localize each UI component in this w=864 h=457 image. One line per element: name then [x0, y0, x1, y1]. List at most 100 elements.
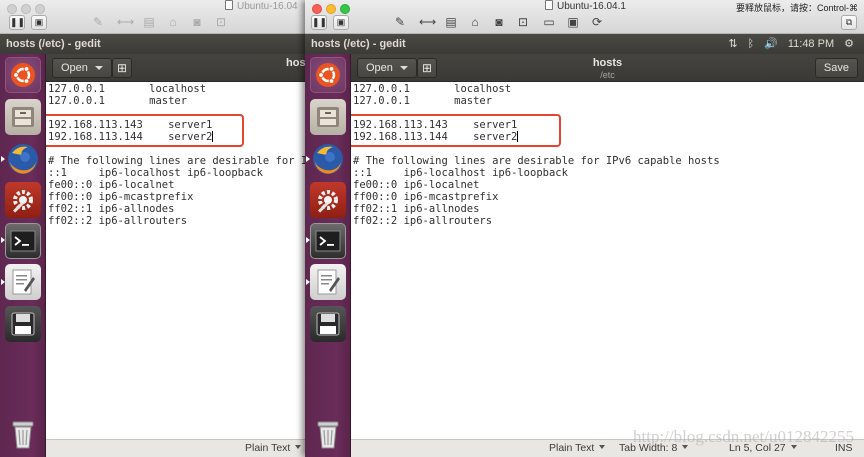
text-line: 127.0.0.1 localhost: [48, 83, 207, 95]
text-line: ff00::0 ip6-mcastprefix: [48, 191, 194, 203]
running-indicator: [1, 237, 5, 243]
launcher-dash-home[interactable]: [5, 57, 41, 93]
language-selector[interactable]: Plain Text: [245, 440, 302, 457]
document-title: hos: [286, 57, 305, 69]
file-cabinet-icon: [12, 107, 34, 127]
minimize-window-button[interactable]: [21, 4, 31, 14]
panel-window-title: hosts (/etc) - gedit: [311, 38, 406, 50]
camera-icon[interactable]: ◙: [492, 15, 506, 30]
text-editor-icon: [12, 269, 35, 295]
pause-button[interactable]: ❚❚: [9, 15, 25, 30]
wrench-icon[interactable]: ✎: [91, 15, 105, 30]
save-button[interactable]: Save: [814, 58, 858, 78]
left-vm-window: Ubuntu-16.04 ❚❚ ▣ ✎ ⟷ ▤ ⌂ ◙ ⊡ hosts (/et…: [0, 0, 305, 457]
open-button-label: Open: [61, 62, 88, 74]
language-selector[interactable]: Plain Text: [549, 440, 606, 457]
launcher-text-editor[interactable]: [5, 264, 41, 300]
shared-folder-icon[interactable]: ▭: [542, 15, 556, 30]
vm-title: Ubuntu-16.04: [225, 0, 298, 14]
floppy-disk-icon: [316, 312, 340, 336]
minimize-window-button[interactable]: [326, 4, 336, 14]
launcher-terminal[interactable]: [310, 223, 346, 259]
fullscreen-button[interactable]: ⧉: [841, 15, 857, 30]
zoom-window-button[interactable]: [340, 4, 350, 14]
zoom-window-button[interactable]: [35, 4, 45, 14]
vm-title-text: Ubuntu-16.04.1: [557, 1, 626, 12]
clock[interactable]: 11:48 PM: [788, 34, 834, 54]
trash-icon: [317, 421, 339, 449]
vm-title: Ubuntu-16.04.1: [545, 0, 626, 14]
text-line: ::1 ip6-localhost ip6-loopback: [353, 167, 568, 179]
disk-icon[interactable]: ▤: [444, 15, 458, 30]
new-document-icon: ⊞: [116, 61, 128, 75]
close-window-button[interactable]: [312, 4, 322, 14]
vm-toolbar: Ubuntu-16.04 ❚❚ ▣ ✎ ⟷ ▤ ⌂ ◙ ⊡: [0, 0, 305, 34]
snapshot-button[interactable]: ▣: [333, 15, 349, 30]
network-arrows-icon[interactable]: ⟷: [419, 15, 436, 30]
document-icon: [545, 0, 553, 10]
pause-button[interactable]: ❚❚: [311, 15, 327, 30]
camera-icon[interactable]: ◙: [190, 15, 204, 30]
firefox-icon: [8, 144, 38, 174]
sync-icon[interactable]: ⟳: [590, 15, 604, 30]
text-line: # The following lines are desirable for …: [48, 155, 305, 167]
text-view[interactable]: 127.0.0.1 localhost 127.0.0.1 master 192…: [351, 82, 864, 439]
document-path: /etc: [600, 70, 615, 80]
close-window-button[interactable]: [7, 4, 17, 14]
unity-launcher: [0, 54, 46, 457]
indicator-area: ⇅ ᛒ 🔊 11:48 PM ⚙: [728, 34, 864, 54]
language-label: Plain Text: [549, 442, 595, 454]
text-line: ff02::2 ip6-allrouters: [353, 215, 493, 227]
launcher-floppy[interactable]: [5, 306, 41, 342]
highlight-box: [46, 114, 244, 147]
network-icon[interactable]: ⇅: [728, 34, 737, 54]
document-title-text: hosts: [592, 57, 623, 69]
running-indicator: [1, 156, 5, 162]
printer-icon[interactable]: ⌂: [468, 15, 482, 30]
ubuntu-logo-icon: [316, 63, 340, 87]
launcher-trash[interactable]: [5, 416, 41, 452]
gedit-headerbar: Open ⊞ hos: [46, 54, 305, 82]
gear-icon[interactable]: ⚙: [844, 34, 854, 54]
launcher-system-settings[interactable]: [310, 182, 346, 218]
usb-icon[interactable]: ⊡: [516, 15, 530, 30]
chevron-down-icon: [94, 66, 103, 70]
usb-icon[interactable]: ⊡: [214, 15, 228, 30]
launcher-text-editor[interactable]: [310, 264, 346, 300]
terminal-icon: [315, 230, 341, 252]
launcher-floppy[interactable]: [310, 306, 346, 342]
network-arrows-icon[interactable]: ⟷: [117, 15, 134, 30]
launcher-system-settings[interactable]: [5, 182, 41, 218]
running-indicator: [306, 279, 310, 285]
volume-icon[interactable]: 🔊: [764, 34, 778, 54]
wrench-icon[interactable]: ✎: [393, 15, 407, 30]
floppy-icon[interactable]: ▣: [566, 15, 580, 30]
highlight-box: [351, 114, 561, 147]
launcher-files[interactable]: [310, 99, 346, 135]
ubuntu-logo-icon: [11, 63, 35, 87]
running-indicator: [306, 237, 310, 243]
firefox-icon: [313, 144, 343, 174]
snapshot-button[interactable]: ▣: [31, 15, 47, 30]
text-line: ff02::2 ip6-allrouters: [48, 215, 188, 227]
disk-icon[interactable]: ▤: [142, 15, 156, 30]
gedit-headerbar: Open ⊞ hosts /etc Save: [351, 54, 864, 82]
chevron-down-icon: [295, 445, 302, 449]
launcher-trash[interactable]: [310, 416, 346, 452]
document-icon: [225, 0, 233, 10]
language-label: Plain Text: [245, 442, 291, 454]
text-line: fe00::0 ip6-localnet: [353, 179, 480, 191]
bluetooth-icon[interactable]: ᛒ: [748, 34, 755, 54]
file-cabinet-icon: [317, 107, 339, 127]
open-button[interactable]: Open: [52, 58, 112, 78]
launcher-files[interactable]: [5, 99, 41, 135]
launcher-dash-home[interactable]: [310, 57, 346, 93]
launcher-firefox[interactable]: [310, 141, 346, 177]
text-view[interactable]: 127.0.0.1 localhost 127.0.0.1 master 192…: [46, 82, 305, 439]
launcher-terminal[interactable]: [5, 223, 41, 259]
new-tab-button[interactable]: ⊞: [112, 58, 132, 78]
printer-icon[interactable]: ⌂: [166, 15, 180, 30]
ubuntu-top-panel: hosts (/etc) - gedit ⇅ ᛒ 🔊 11:48 PM ⚙: [305, 34, 864, 54]
launcher-firefox[interactable]: [5, 141, 41, 177]
terminal-icon: [10, 230, 36, 252]
